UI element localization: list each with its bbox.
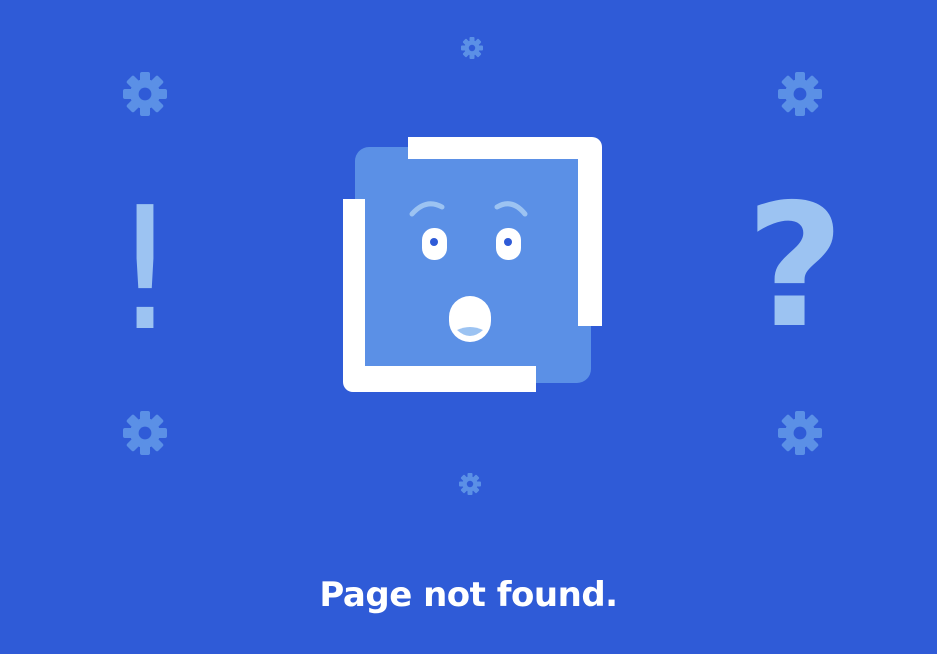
question-mark: ? bbox=[745, 168, 845, 366]
exclamation-mark: ! bbox=[110, 171, 180, 369]
error-page: { "page": { "background_color": "#2f5bd7… bbox=[0, 0, 937, 654]
surprised-face-icon bbox=[343, 137, 602, 392]
gear-icon bbox=[123, 411, 167, 455]
face-square bbox=[355, 147, 591, 383]
gear-icon bbox=[123, 72, 167, 116]
page-title: Page not found. bbox=[319, 575, 618, 615]
gear-icon bbox=[778, 72, 822, 116]
gear-icon bbox=[459, 473, 481, 495]
gear-icon bbox=[461, 37, 483, 59]
gear-icon bbox=[778, 411, 822, 455]
